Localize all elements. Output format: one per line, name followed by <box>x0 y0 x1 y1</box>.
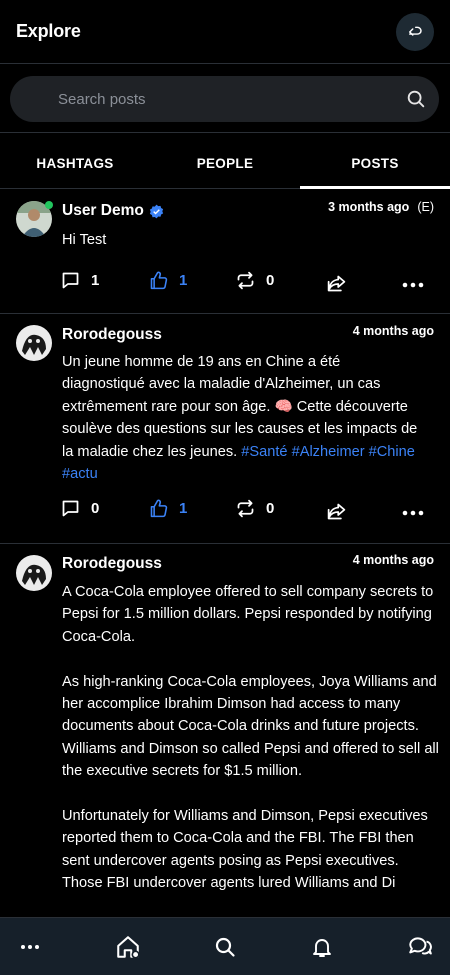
post-actions: 0 1 0 <box>60 498 436 526</box>
post-item[interactable]: Rorodegouss 4 months ago Un jeune homme … <box>0 314 450 544</box>
edited-label: (E) <box>417 200 434 214</box>
search-input[interactable]: Search posts <box>10 76 439 122</box>
author-name[interactable]: Rorodegouss <box>62 555 162 573</box>
author-name[interactable]: Rorodegouss <box>62 326 162 344</box>
undo-button[interactable] <box>396 13 434 51</box>
tab-people[interactable]: PEOPLE <box>150 133 300 188</box>
thumbs-up-icon <box>150 271 168 290</box>
post-body: Hi Test <box>62 229 440 251</box>
post-text: Hi Test <box>62 232 107 248</box>
header: Explore <box>0 0 450 64</box>
comment-icon <box>62 500 79 517</box>
repost-count: 0 <box>266 272 275 289</box>
post-text-line: diagnostiqué avec la maladie d'Alzheimer… <box>62 376 381 393</box>
nav-home[interactable] <box>113 932 143 962</box>
post-paragraph: As high-ranking Coca-Cola employees, Joy… <box>62 673 439 780</box>
thumbs-up-icon <box>150 499 168 518</box>
tab-hashtags[interactable]: HASHTAGS <box>0 133 150 188</box>
post-paragraph: A Coca-Cola employee offered to sell com… <box>62 584 434 645</box>
search-placeholder: Search posts <box>58 91 146 108</box>
post-time: 4 months ago <box>352 553 434 567</box>
like-button[interactable]: 1 <box>148 270 187 291</box>
repost-icon <box>237 271 254 290</box>
more-icon[interactable] <box>402 282 424 288</box>
hashtag-links[interactable]: #Santé #Alzheimer #Chine <box>241 444 415 460</box>
avatar[interactable] <box>16 555 52 591</box>
bell-icon <box>313 939 331 957</box>
repost-count: 0 <box>266 500 275 517</box>
like-count: 1 <box>179 500 188 517</box>
share-icon[interactable] <box>326 273 347 294</box>
post-body: A Coca-Cola employee offered to sell com… <box>62 581 440 895</box>
more-icon[interactable] <box>402 510 424 516</box>
undo-icon <box>409 26 422 36</box>
comment-icon <box>62 272 79 289</box>
post-text-line: extrêmement rare pour son âge. 🧠 Cette d… <box>62 398 408 415</box>
more-icon <box>21 945 39 949</box>
nav-messages[interactable] <box>405 932 435 962</box>
post-text-line: soulève des questions sur les causes et … <box>62 421 418 438</box>
comment-count: 0 <box>91 500 100 517</box>
online-indicator <box>45 201 53 209</box>
like-button[interactable]: 1 <box>148 498 187 519</box>
post-item[interactable]: User Demo 3 months ago (E) Hi Test 1 1 0 <box>0 189 450 314</box>
repost-button[interactable]: 0 <box>235 270 274 291</box>
post-body: Un jeune homme de 19 ans en Chine a été … <box>62 351 440 485</box>
nav-search[interactable] <box>210 932 240 962</box>
post-paragraph: Unfortunately for Williams and Dimson, P… <box>62 808 428 892</box>
comment-button[interactable]: 1 <box>60 270 99 291</box>
tab-posts[interactable]: POSTS <box>300 133 450 189</box>
post-time: 4 months ago <box>352 324 434 338</box>
repost-button[interactable]: 0 <box>235 498 274 519</box>
page-title: Explore <box>16 21 81 41</box>
hashtag-link[interactable]: #actu <box>62 466 98 482</box>
bottom-nav <box>0 917 450 975</box>
verified-badge-icon <box>149 204 163 218</box>
search-icon <box>215 937 235 957</box>
share-icon[interactable] <box>326 501 347 522</box>
comment-count: 1 <box>91 272 100 289</box>
post-actions: 1 1 0 <box>60 270 436 298</box>
chat-icon <box>409 937 432 955</box>
post-text-line: Un jeune homme de 19 ans en Chine a été <box>62 354 341 370</box>
nav-notifications[interactable] <box>307 932 337 962</box>
tab-bar: HASHTAGS PEOPLE POSTS <box>0 132 450 189</box>
home-icon <box>117 936 140 959</box>
search-icon[interactable] <box>405 88 427 110</box>
like-count: 1 <box>179 272 188 289</box>
post-time: 3 months ago <box>328 200 410 214</box>
repost-icon <box>237 499 254 518</box>
post-text-line: la maladie chez les jeunes. <box>62 443 242 460</box>
author-name[interactable]: User Demo <box>62 202 144 220</box>
comment-button[interactable]: 0 <box>60 498 99 519</box>
avatar[interactable] <box>16 325 52 361</box>
nav-more[interactable] <box>15 932 45 962</box>
post-item[interactable]: Rorodegouss 4 months ago A Coca-Cola emp… <box>0 544 450 917</box>
